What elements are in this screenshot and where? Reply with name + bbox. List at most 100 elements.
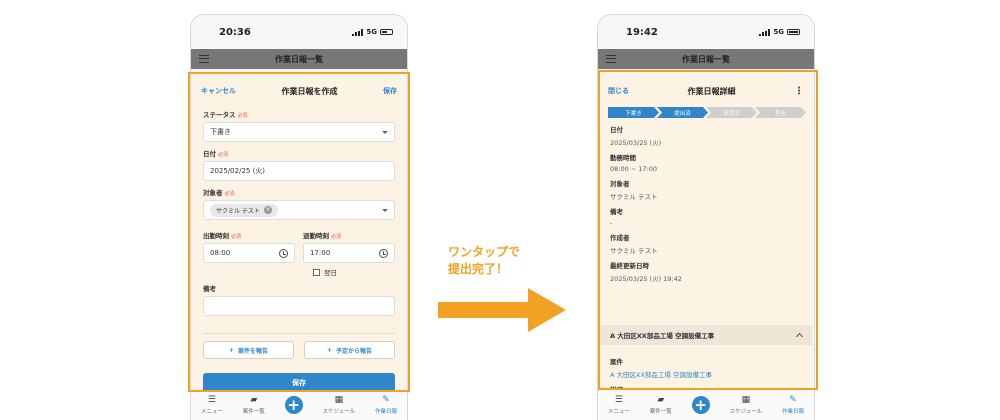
project-link[interactable]: A 大田区XX部品工場 空調設備工事 bbox=[610, 369, 802, 379]
target-chip: サクミル テスト × bbox=[210, 203, 278, 217]
project-detail: 案件 A 大田区XX部品工場 空調設備工事 詳細 bbox=[610, 351, 802, 394]
callout-line-1: ワンタップで bbox=[448, 245, 521, 259]
step-draft: 下書き bbox=[608, 107, 659, 118]
updated-label: 最終更新日時 bbox=[610, 262, 649, 270]
report-buttons: + 案件を報告 + 予定から報告 bbox=[203, 341, 395, 359]
app-bar: 作業日報一覧 bbox=[598, 49, 814, 69]
tab-daily-report[interactable]: ✎ 作業日報 bbox=[375, 394, 397, 415]
network-label: 5G bbox=[773, 28, 784, 36]
briefcase-icon: ▰ bbox=[657, 394, 665, 405]
target-select[interactable]: サクミル テスト × bbox=[203, 200, 395, 220]
target-value: サクミル テスト bbox=[610, 193, 658, 201]
updated-value: 2025/03/25 (火) 19:42 bbox=[610, 275, 682, 283]
divider bbox=[203, 333, 395, 334]
status-bar: 20:36 5G bbox=[191, 15, 407, 49]
date-value: 2025/03/25 (火) bbox=[610, 139, 662, 147]
detail-list: 日付 2025/03/25 (火) 勤務時間 08:00 ~ 17:00 対象者… bbox=[600, 124, 812, 283]
tab-menu[interactable]: ☰ メニュー bbox=[608, 394, 630, 415]
required-badge: 必須 bbox=[218, 152, 229, 158]
accordion-title: A 大田区XX部品工場 空調設備工事 bbox=[610, 332, 715, 340]
close-button[interactable]: 閉じる bbox=[608, 86, 629, 96]
notes-textarea[interactable] bbox=[203, 296, 395, 316]
report-project-button[interactable]: + 案件を報告 bbox=[203, 341, 294, 359]
start-time-input[interactable]: 08:00 bbox=[203, 243, 295, 263]
status-indicators: 5G bbox=[352, 28, 393, 36]
tab-projects[interactable]: ▰ 案件一覧 bbox=[650, 394, 672, 415]
end-time-label: 退勤時刻 必須 bbox=[303, 232, 342, 240]
sheet-title: 作業日報詳細 bbox=[687, 86, 736, 96]
sheet-header: キャンセル 作業日報を作成 保存 bbox=[193, 77, 405, 105]
target-label: 対象者 bbox=[610, 180, 630, 188]
chip-remove-icon[interactable]: × bbox=[263, 206, 272, 214]
app-bar: 作業日報一覧 bbox=[191, 49, 407, 69]
project-accordion-header[interactable]: A 大田区XX部品工場 空調設備工事 bbox=[600, 325, 812, 345]
app-bar-title: 作業日報一覧 bbox=[682, 54, 730, 64]
edit-list-icon: ✎ bbox=[382, 394, 390, 405]
step-returned: 差戻 bbox=[755, 107, 806, 118]
end-time-input[interactable]: 17:00 bbox=[303, 243, 395, 263]
step-approved: 承認済 bbox=[706, 107, 757, 118]
tab-projects[interactable]: ▰ 案件一覧 bbox=[243, 394, 265, 415]
right-arrow-icon bbox=[438, 288, 566, 332]
phone-report-detail: 19:42 5G 作業日報一覧 閉じる 作業日報詳細 ⋮ 下書き 提出済 承認済… bbox=[597, 14, 815, 420]
hamburger-icon[interactable] bbox=[606, 55, 616, 63]
status-select[interactable]: 下書き bbox=[203, 122, 395, 142]
required-badge: 必須 bbox=[224, 191, 235, 197]
chevron-up-icon bbox=[795, 332, 804, 341]
target-field-label: 対象者 必須 bbox=[203, 189, 235, 197]
signal-icon bbox=[759, 28, 771, 36]
start-time-label: 出勤時刻 必須 bbox=[203, 232, 242, 240]
hours-label: 勤務時間 bbox=[610, 154, 636, 162]
tab-schedule[interactable]: ▦ スケジュール bbox=[323, 395, 356, 415]
tab-daily-report[interactable]: ✎ 作業日報 bbox=[782, 394, 804, 415]
create-report-sheet: キャンセル 作業日報を作成 保存 ステータス 必須 下書き 日付 必須 2025/0… bbox=[193, 77, 405, 393]
hours-value: 08:00 ~ 17:00 bbox=[610, 165, 658, 173]
menu-icon: ☰ bbox=[614, 394, 623, 405]
end-time-group: 退勤時刻 必須 17:00 bbox=[303, 226, 395, 269]
plus-icon: + bbox=[228, 346, 234, 354]
battery-icon bbox=[380, 29, 393, 35]
notes-label: 備考 bbox=[610, 208, 623, 216]
save-link-button[interactable]: 保存 bbox=[383, 86, 397, 96]
caret-down-icon bbox=[382, 130, 388, 134]
tab-schedule[interactable]: ▦ スケジュール bbox=[730, 394, 763, 415]
briefcase-icon: ▰ bbox=[250, 394, 258, 405]
tab-menu[interactable]: ☰ メニュー bbox=[201, 394, 223, 415]
tab-bar: ☰ メニュー ▰ 案件一覧 + ▦ スケジュール ✎ 作業日報 bbox=[598, 390, 814, 420]
more-vert-icon[interactable]: ⋮ bbox=[794, 86, 804, 97]
date-label: 日付 bbox=[610, 126, 623, 134]
start-time-group: 出勤時刻 必須 08:00 bbox=[203, 226, 295, 269]
hamburger-icon[interactable] bbox=[199, 55, 209, 63]
tab-bar: ☰ メニュー ▰ 案件一覧 + ▦ スケジュール ✎ 作業日報 bbox=[191, 390, 407, 420]
next-day-checkbox[interactable] bbox=[313, 268, 320, 276]
stage: 20:36 5G 作業日報一覧 キャンセル 作業日報を作成 保存 ステータス 必須… bbox=[0, 0, 1000, 420]
calendar-icon: ▦ bbox=[741, 394, 751, 405]
add-fab-button[interactable]: + bbox=[284, 396, 303, 414]
step-submitted: 提出済 bbox=[657, 107, 708, 118]
notes-value: - bbox=[610, 219, 613, 227]
cancel-button[interactable]: キャンセル bbox=[201, 86, 236, 96]
author-label: 作成者 bbox=[610, 234, 630, 242]
time-row: 出勤時刻 必須 08:00 退勤時刻 必須 17:00 bbox=[203, 226, 395, 269]
phone-create-report: 20:36 5G 作業日報一覧 キャンセル 作業日報を作成 保存 ステータス 必須… bbox=[190, 14, 408, 420]
required-badge: 必須 bbox=[331, 234, 342, 240]
status-indicators: 5G bbox=[759, 28, 800, 36]
date-input[interactable]: 2025/02/25 (火) bbox=[203, 161, 395, 181]
required-badge: 必須 bbox=[231, 234, 242, 240]
plus-icon: + bbox=[326, 346, 332, 354]
network-label: 5G bbox=[366, 28, 377, 36]
edit-list-icon: ✎ bbox=[789, 394, 797, 405]
next-day-label: 翌日 bbox=[324, 269, 337, 277]
status-time: 19:42 bbox=[626, 26, 658, 38]
report-schedule-button[interactable]: + 予定から報告 bbox=[304, 341, 395, 359]
battery-icon bbox=[787, 29, 800, 35]
add-fab-button[interactable]: + bbox=[691, 396, 710, 414]
menu-icon: ☰ bbox=[207, 394, 216, 405]
sheet-header: 閉じる 作業日報詳細 ⋮ bbox=[600, 77, 812, 105]
date-field-label: 日付 必須 bbox=[203, 150, 229, 158]
status-time: 20:36 bbox=[219, 26, 251, 38]
status-stepper: 下書き 提出済 承認済 差戻 bbox=[608, 107, 806, 118]
callout-line-2: 提出完了！ bbox=[448, 262, 509, 276]
sheet-title: 作業日報を作成 bbox=[281, 86, 338, 96]
callout-text: ワンタップで 提出完了！ bbox=[448, 244, 520, 278]
